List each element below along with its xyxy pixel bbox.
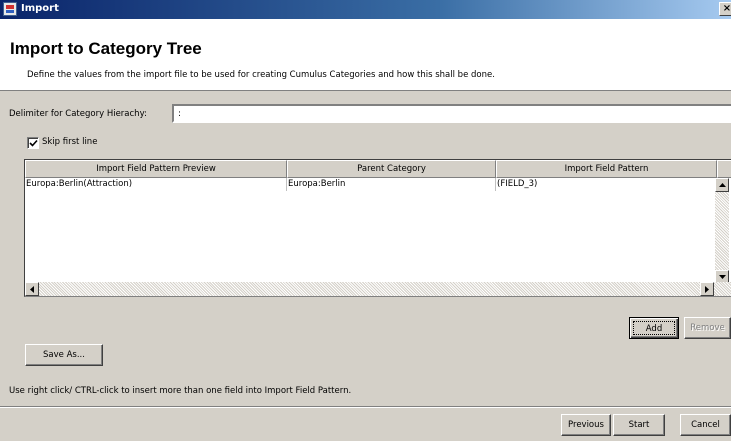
- header-panel: Import to Category Tree Define the value…: [0, 19, 731, 91]
- pattern-table: Import Field Pattern Preview Parent Cate…: [24, 159, 731, 297]
- column-header-import-field-pattern[interactable]: Import Field Pattern: [496, 160, 717, 178]
- close-icon: ×: [722, 3, 731, 14]
- add-button-label: Add: [633, 321, 675, 335]
- table-header: Import Field Pattern Preview Parent Cate…: [25, 160, 731, 178]
- arrow-right-icon: [705, 286, 709, 293]
- remove-button[interactable]: Remove: [684, 317, 731, 339]
- skip-first-line-checkbox[interactable]: [27, 137, 39, 149]
- page-description: Define the values from the import file t…: [27, 70, 495, 80]
- start-button[interactable]: Start: [613, 414, 665, 436]
- column-header-filler: [717, 160, 731, 178]
- skip-first-line-label: Skip first line: [42, 137, 98, 147]
- add-button[interactable]: Add: [629, 317, 679, 339]
- window-title: Import: [21, 3, 59, 14]
- delimiter-label: Delimiter for Category Hierachy:: [9, 109, 147, 119]
- column-header-preview[interactable]: Import Field Pattern Preview: [25, 160, 287, 178]
- table-row[interactable]: Europa:Berlin(Attraction) Europa:Berlin …: [25, 178, 717, 191]
- title-bar: Import ×: [0, 0, 731, 19]
- table-cell-parent-category[interactable]: Europa:Berlin: [287, 178, 496, 191]
- scroll-right-button[interactable]: [700, 282, 714, 296]
- cancel-button[interactable]: Cancel: [680, 414, 731, 436]
- checkmark-icon: [29, 139, 38, 147]
- scroll-left-button[interactable]: [25, 282, 39, 296]
- delimiter-input[interactable]: [172, 104, 731, 123]
- close-button[interactable]: ×: [719, 2, 731, 16]
- arrow-left-icon: [30, 286, 34, 293]
- table-cell-preview[interactable]: Europa:Berlin(Attraction): [25, 178, 287, 191]
- hint-text: Use right click/ CTRL-click to insert mo…: [9, 386, 352, 396]
- scroll-up-button[interactable]: [715, 178, 729, 192]
- arrow-down-icon: [719, 275, 726, 279]
- arrow-up-icon: [719, 183, 726, 187]
- save-as-button[interactable]: Save As...: [25, 344, 103, 366]
- footer-divider: [0, 406, 731, 408]
- previous-button[interactable]: Previous: [561, 414, 611, 436]
- horizontal-scrollbar[interactable]: [25, 282, 731, 296]
- page-title: Import to Category Tree: [10, 39, 202, 58]
- table-cell-import-field-pattern[interactable]: (FIELD_3): [496, 178, 717, 191]
- column-header-parent-category[interactable]: Parent Category: [287, 160, 496, 178]
- app-icon: [3, 2, 17, 16]
- vertical-scrollbar[interactable]: [715, 178, 729, 284]
